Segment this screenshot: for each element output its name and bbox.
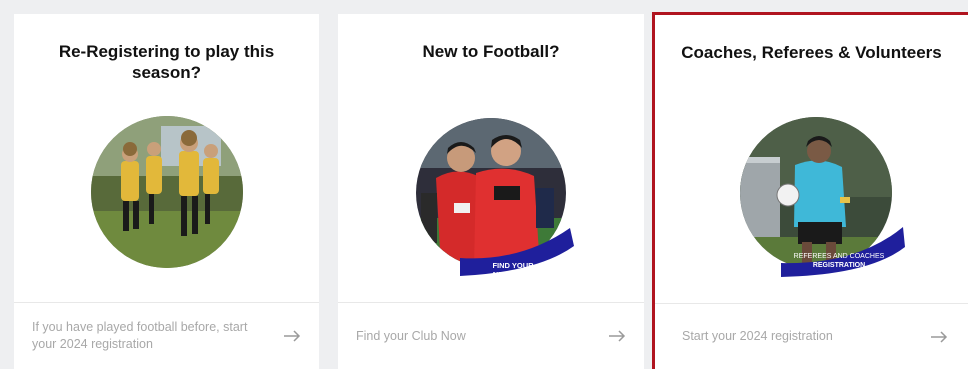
card-footer-link[interactable]: Find your Club Now [338, 303, 644, 369]
arrow-right-icon [931, 330, 948, 343]
card-title: New to Football? [422, 42, 560, 61]
card-body: New to Football? FIND YOUR NEW CLUB [338, 14, 644, 302]
referees-coaches-registration-badge: REFEREES AND COACHES REGISTRATION [793, 253, 885, 269]
card-footer-link[interactable]: Start your 2024 registration [655, 304, 968, 369]
footer-text: Find your Club Now [356, 328, 466, 343]
card-coaches-referees-volunteers[interactable]: Coaches, Referees & Volunteers REFEREES … [652, 12, 968, 369]
arrow-right-icon [284, 330, 301, 342]
card-footer-link[interactable]: If you have played football before, star… [14, 303, 319, 369]
find-your-new-club-badge: FIND YOUR NEW CLUB [492, 261, 534, 279]
card-title: Re-Registering to play this season? [58, 42, 275, 82]
card-title: Coaches, Referees & Volunteers [681, 43, 942, 62]
card-new-to-football[interactable]: New to Football? FIND YOUR NEW CLUB Find… [338, 14, 644, 369]
card-body: Re-Registering to play this season? [14, 14, 319, 302]
footer-text: Start your 2024 registration [682, 329, 833, 343]
arrow-right-icon [609, 330, 626, 342]
card-re-registering[interactable]: Re-Registering to play this season? If y… [14, 14, 319, 369]
footer-text: If you have played football before, star… [32, 320, 248, 351]
junior-players-photo [90, 116, 243, 268]
card-body: Coaches, Referees & Volunteers REFEREES … [655, 15, 968, 303]
